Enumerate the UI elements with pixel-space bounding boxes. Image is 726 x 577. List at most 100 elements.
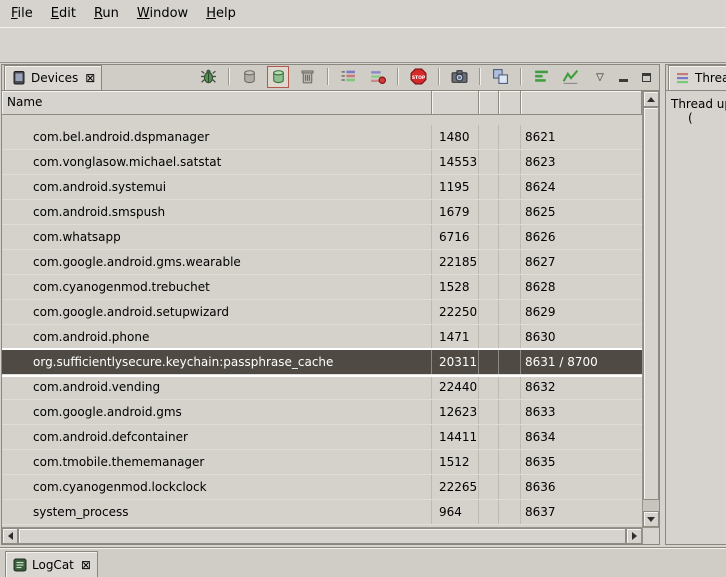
process-status-cell2 (499, 400, 521, 424)
column-header-status[interactable] (479, 91, 499, 115)
process-row[interactable]: com.android.defcontainer 14411 8634 (2, 425, 642, 450)
column-header-pid[interactable] (432, 91, 479, 115)
process-row[interactable]: system_process 964 8637 (2, 500, 642, 525)
dump-hprof-icon[interactable] (267, 66, 289, 88)
tab-logcat-label: LogCat (32, 558, 74, 572)
scroll-right-button[interactable] (626, 528, 642, 544)
threads-panel: Threa Thread up ( (665, 64, 726, 545)
column-header-port[interactable] (521, 91, 642, 115)
process-status-cell2 (499, 200, 521, 224)
screen-capture-icon[interactable] (448, 66, 470, 88)
update-threads-icon[interactable] (337, 66, 359, 88)
threads-message-line1: Thread up (671, 97, 726, 111)
process-status-cell (479, 275, 499, 299)
process-row[interactable]: com.google.android.gms 12623 8633 (2, 400, 642, 425)
devices-toolbar: STOP (197, 64, 581, 90)
view-menu-icon[interactable]: ▽ (593, 70, 607, 84)
horizontal-scrollbar[interactable] (2, 527, 642, 544)
devices-tab-icon (11, 70, 27, 86)
menu-help[interactable]: Help (197, 1, 245, 26)
process-name: com.google.android.gms.wearable (2, 250, 432, 274)
process-name: system_process (2, 500, 432, 524)
process-status-cell (479, 225, 499, 249)
process-port: 8630 (521, 325, 642, 349)
scroll-down-button[interactable] (643, 511, 659, 527)
process-pid: 1528 (432, 275, 479, 299)
column-header-name[interactable]: Name (2, 91, 432, 115)
process-row[interactable]: com.bel.android.dspmanager 1480 8621 (2, 125, 642, 150)
process-row[interactable]: com.tmobile.thememanager 1512 8635 (2, 450, 642, 475)
stop-process-icon[interactable]: STOP (407, 66, 429, 88)
tab-logcat-close-icon[interactable]: ⊠ (81, 559, 91, 571)
main-area: Devices ⊠ STOP ▽ Name com.bel (0, 63, 726, 547)
toolbar-separator (479, 68, 480, 85)
tab-logcat[interactable]: LogCat ⊠ (5, 551, 98, 577)
process-name: org.sufficientlysecure.keychain:passphra… (2, 350, 432, 374)
process-row[interactable]: com.cyanogenmod.trebuchet 1528 8628 (2, 275, 642, 300)
view-hierarchy-icon[interactable] (489, 66, 511, 88)
process-row[interactable]: com.android.vending 22440 8632 (2, 375, 642, 400)
process-pid: 14553 (432, 150, 479, 174)
horizontal-scrollbar-thumb[interactable] (18, 528, 626, 544)
threads-tabrow: Threa (666, 65, 726, 91)
minimize-icon[interactable] (616, 70, 630, 84)
main-toolbar (0, 27, 726, 63)
process-status-cell (479, 375, 499, 399)
process-pid: 1512 (432, 450, 479, 474)
process-status-cell2 (499, 150, 521, 174)
column-header-status2[interactable] (499, 91, 521, 115)
process-port: 8637 (521, 500, 642, 524)
process-row[interactable]: com.vonglasow.michael.satstat 14553 8623 (2, 150, 642, 175)
process-row[interactable]: com.whatsapp 6716 8626 (2, 225, 642, 250)
process-row[interactable]: com.android.smspush 1679 8625 (2, 200, 642, 225)
scroll-left-button[interactable] (2, 528, 18, 544)
process-row[interactable]: com.google.android.gms.wearable 22185 86… (2, 250, 642, 275)
scroll-up-button[interactable] (643, 91, 659, 107)
process-pid: 1679 (432, 200, 479, 224)
process-pid: 1471 (432, 325, 479, 349)
menu-window[interactable]: Window (128, 1, 197, 26)
debug-process-icon[interactable] (197, 66, 219, 88)
threads-tab-icon (675, 70, 691, 86)
maximize-icon[interactable] (639, 70, 653, 84)
process-name: com.android.phone (2, 325, 432, 349)
process-status-cell (479, 350, 499, 374)
process-status-cell (479, 150, 499, 174)
process-status-cell (479, 475, 499, 499)
process-port: 8633 (521, 400, 642, 424)
tab-devices-close-icon[interactable]: ⊠ (85, 72, 95, 84)
process-row[interactable]: org.sufficientlysecure.keychain:passphra… (2, 350, 642, 375)
logcat-bar: LogCat ⊠ (0, 547, 726, 577)
cause-gc-icon[interactable] (296, 66, 318, 88)
process-pid: 22440 (432, 375, 479, 399)
process-row[interactable]: com.android.phone 1471 8630 (2, 325, 642, 350)
process-status-cell2 (499, 225, 521, 249)
process-table: com.bel.android.dspmanager 1480 8621 com… (2, 115, 642, 527)
process-row[interactable]: com.google.android.setupwizard 22250 862… (2, 300, 642, 325)
process-row[interactable]: com.android.systemui 1195 8624 (2, 175, 642, 200)
menu-run[interactable]: Run (85, 1, 128, 26)
process-pid: 22265 (432, 475, 479, 499)
menu-file[interactable]: File (2, 1, 42, 26)
process-table-header: Name (2, 91, 642, 115)
opengl-trace-icon[interactable] (559, 66, 581, 88)
process-pid: 22185 (432, 250, 479, 274)
update-heap-icon[interactable] (238, 66, 260, 88)
process-port: 8625 (521, 200, 642, 224)
tab-threads[interactable]: Threa (668, 65, 726, 90)
method-profiling-icon[interactable] (366, 66, 388, 88)
logcat-tab-icon (12, 557, 28, 573)
process-pid: 1480 (432, 125, 479, 149)
vertical-scrollbar-thumb[interactable] (643, 107, 659, 500)
vertical-scrollbar[interactable] (642, 91, 659, 527)
process-row[interactable]: com.cyanogenmod.lockclock 22265 8636 (2, 475, 642, 500)
process-pid: 1195 (432, 175, 479, 199)
process-status-cell2 (499, 300, 521, 324)
tab-devices[interactable]: Devices ⊠ (4, 65, 102, 90)
process-status-cell (479, 175, 499, 199)
devices-tabrow: Devices ⊠ STOP ▽ (2, 65, 659, 91)
menu-edit[interactable]: Edit (42, 1, 85, 26)
toolbar-separator (397, 68, 398, 85)
systrace-icon[interactable] (530, 66, 552, 88)
threads-message: Thread up ( (666, 91, 726, 544)
